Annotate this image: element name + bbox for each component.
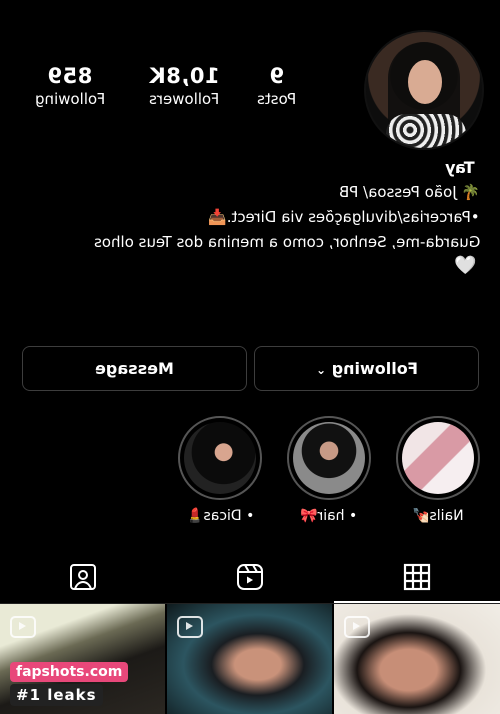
following-button-label: Following ⌄: [315, 359, 418, 378]
stat-followers[interactable]: 10,8K Followers: [126, 64, 242, 108]
watermark-tag: #1 leaks: [10, 684, 103, 706]
stat-following[interactable]: 859 Following: [22, 64, 118, 108]
tab-reels[interactable]: [167, 556, 333, 598]
reel-icon: [177, 616, 203, 638]
tab-tagged[interactable]: [0, 556, 166, 598]
reel-icon: [344, 616, 370, 638]
avatar-face: [408, 60, 442, 104]
highlight-hair[interactable]: • hair🎀: [287, 416, 371, 524]
grid-icon: [403, 563, 431, 591]
avatar-top: [386, 114, 466, 148]
bio-line-quote: Guarda-me, Senhor, como a menina dos Teu…: [93, 233, 480, 251]
stat-following-label: Following: [34, 90, 106, 108]
post-thumbnail-3[interactable]: [334, 604, 500, 714]
post-thumbnail-2[interactable]: [167, 604, 332, 714]
highlight-dicas[interactable]: • Dicas💄: [178, 416, 262, 524]
stat-posts-label: Posts: [257, 90, 297, 108]
post-thumbnail-1[interactable]: fapshots.com #1 leaks: [0, 604, 165, 714]
profile-name: Tay: [445, 158, 475, 177]
stat-followers-label: Followers: [148, 90, 220, 108]
chevron-down-icon: ⌄: [315, 363, 326, 377]
highlight-dicas-cover: [184, 422, 256, 494]
following-button[interactable]: Following ⌄: [254, 346, 479, 391]
highlight-nails-label: Nails💅🏻: [412, 508, 464, 524]
message-button-label: Message: [95, 359, 174, 378]
highlight-hair-label: • hair🎀: [300, 508, 358, 524]
highlight-dicas-label: • Dicas💄: [185, 508, 255, 524]
bio-line-partnerships: •Parcerias/divulgações via Direct.📥: [208, 208, 480, 226]
bio-line-location: 🌴 João Pessoa/ PB: [338, 183, 480, 201]
stat-following-value: 859: [47, 64, 93, 88]
highlight-nails-cover: [402, 422, 474, 494]
message-button[interactable]: Message: [22, 346, 247, 391]
highlight-hair-cover: [293, 422, 365, 494]
stat-posts[interactable]: 9 Posts: [246, 64, 308, 108]
stat-followers-value: 10,8K: [148, 64, 220, 88]
watermark-site: fapshots.com: [10, 662, 129, 682]
avatar[interactable]: [364, 30, 484, 150]
tab-grid[interactable]: [334, 556, 500, 598]
highlight-nails[interactable]: Nails💅🏻: [396, 416, 480, 524]
reel-icon: [10, 616, 36, 638]
reels-icon: [237, 564, 263, 590]
tagged-icon: [70, 564, 96, 590]
bio-line-heart: 🤍: [454, 255, 477, 276]
stat-posts-value: 9: [269, 64, 285, 88]
